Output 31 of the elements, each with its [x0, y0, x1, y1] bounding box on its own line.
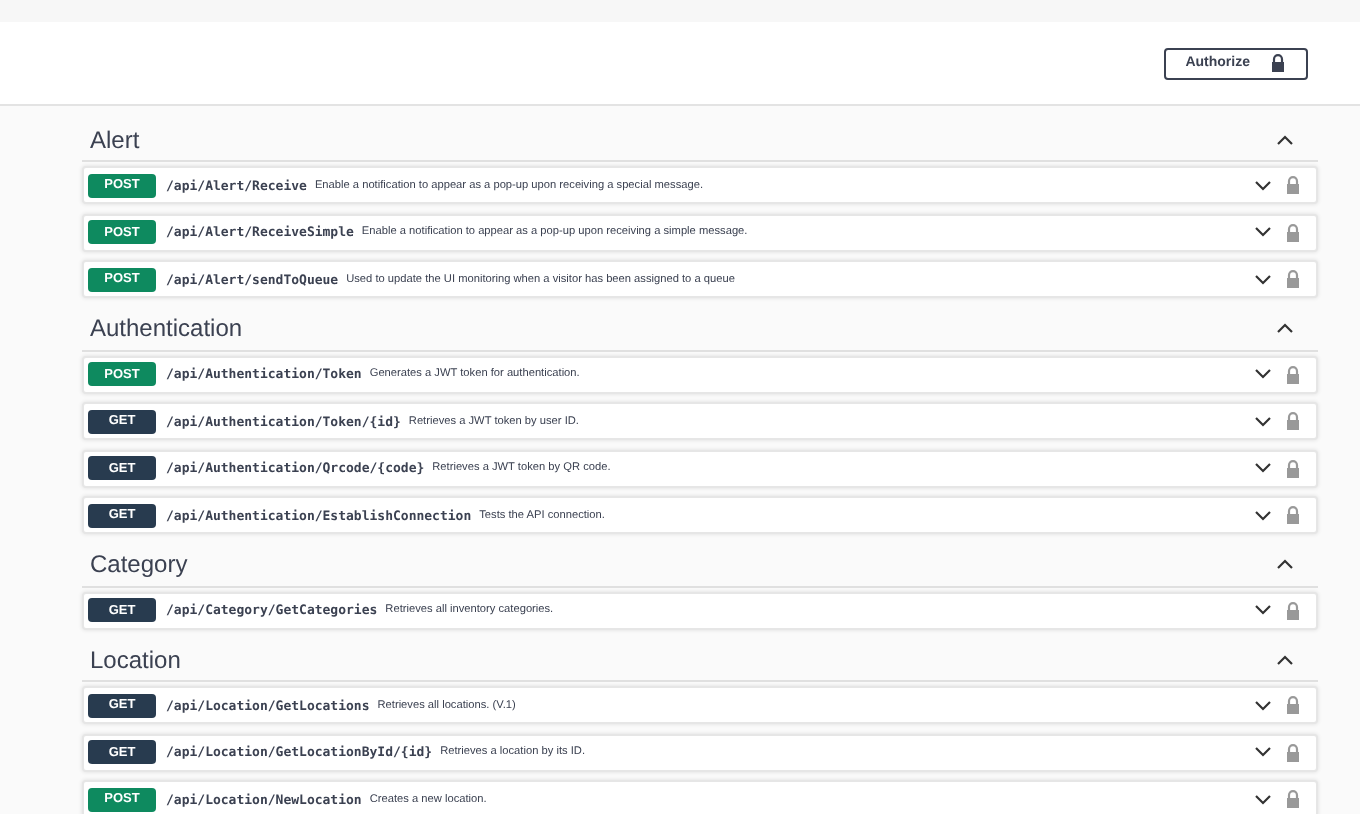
chevron-icon — [1254, 179, 1272, 191]
lock-icon — [1270, 54, 1286, 72]
section-header[interactable]: Location — [82, 638, 1318, 682]
lock-icon[interactable] — [1286, 270, 1300, 288]
chevron-icon — [1276, 653, 1294, 665]
section-header[interactable]: Category — [82, 543, 1318, 587]
lock-icon[interactable] — [1286, 176, 1300, 194]
chevron-icon — [1254, 226, 1272, 238]
lock-icon[interactable] — [1286, 743, 1300, 761]
lock-icon[interactable] — [1286, 790, 1300, 808]
chevron-icon — [1254, 509, 1272, 521]
chevron-icon — [1254, 273, 1272, 285]
lock-icon[interactable] — [1286, 412, 1300, 430]
chevron-icon — [1276, 558, 1294, 570]
chevron-icon — [1254, 368, 1272, 380]
chevron-icon — [1254, 793, 1272, 805]
section-header[interactable]: Alert — [82, 118, 1318, 162]
chevron-icon — [1254, 462, 1272, 474]
lock-icon[interactable] — [1286, 696, 1300, 714]
section-header[interactable]: Authentication — [82, 307, 1318, 351]
lock-icon[interactable] — [1286, 506, 1300, 524]
chevron-icon — [1254, 746, 1272, 758]
lock-icon[interactable] — [1286, 459, 1300, 477]
lock-icon[interactable] — [1286, 223, 1300, 241]
chevron-icon — [1276, 133, 1294, 145]
lock-icon[interactable] — [1286, 601, 1300, 619]
chevron-icon — [1254, 699, 1272, 711]
chevron-icon — [1254, 415, 1272, 427]
lock-icon[interactable] — [1286, 365, 1300, 383]
chevron-icon — [1254, 604, 1272, 616]
chevron-icon — [1276, 322, 1294, 334]
